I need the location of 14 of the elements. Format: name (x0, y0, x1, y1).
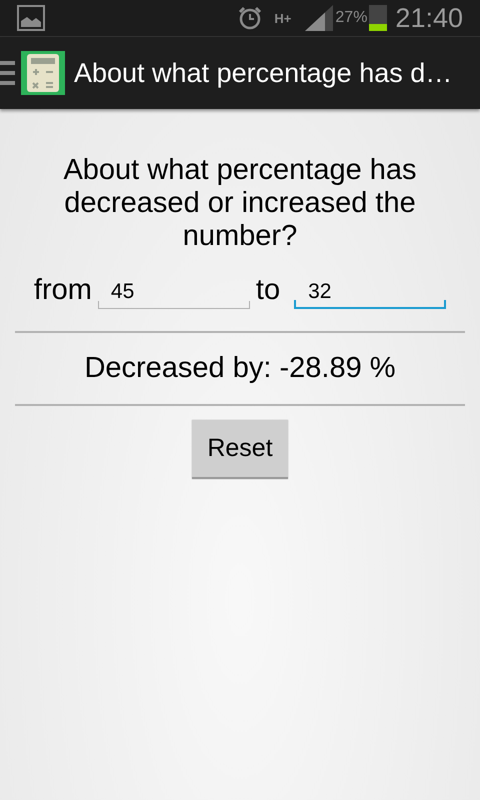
battery-percentage: 27% (335, 8, 368, 28)
field-label: from (34, 273, 92, 308)
question-text: About what percentage has decreased or increased the number? (62, 154, 418, 253)
battery-icon (369, 5, 388, 31)
clock-time: 21:40 (395, 2, 463, 35)
app-title: About what percentage has d… (74, 56, 452, 90)
reset-button[interactable]: Reset (192, 420, 288, 479)
picture-notification-icon (17, 5, 45, 31)
alarm-clock-icon (238, 6, 262, 30)
result-text: Decreased by: -28.89 % (84, 350, 396, 386)
menu-icon[interactable] (0, 60, 15, 86)
signal-strength-icon (305, 5, 334, 31)
field-label: to (256, 273, 280, 308)
network-type-indicator: H+ (274, 12, 292, 24)
